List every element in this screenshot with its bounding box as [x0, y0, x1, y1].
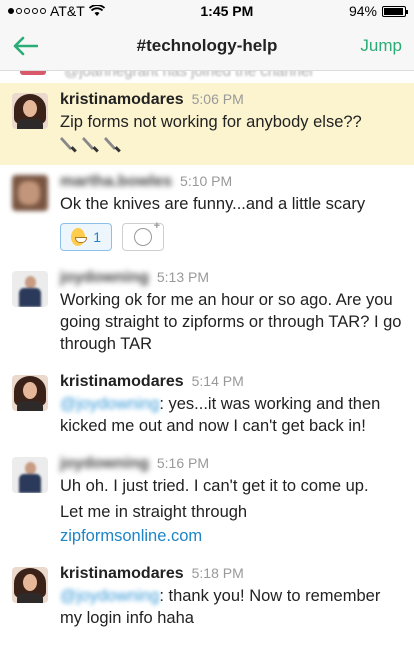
user-mention[interactable]: @joydowning	[60, 395, 159, 413]
message-author[interactable]: kristinamodares	[60, 373, 184, 391]
message-text: Working ok for me an hour or so ago. Are…	[60, 291, 402, 353]
system-message-text: @joannegrant has joined the channel	[64, 71, 313, 80]
knife-icon	[60, 137, 121, 153]
message-author[interactable]: joydowning	[60, 455, 149, 473]
avatar[interactable]	[12, 567, 48, 603]
system-avatar	[20, 71, 46, 75]
message-text: Uh oh. I just tried. I can't get it to c…	[60, 477, 369, 495]
message-time: 5:18 PM	[191, 565, 244, 581]
message-time: 5:16 PM	[156, 455, 210, 471]
status-bar: AT&T 1:45 PM 94%	[0, 0, 414, 22]
avatar[interactable]	[12, 375, 48, 411]
reactions: 1	[60, 220, 402, 251]
system-message: @joannegrant has joined the channel	[0, 71, 414, 83]
message-time: 5:10 PM	[180, 173, 233, 189]
reaction-count: 1	[93, 229, 101, 245]
clock: 1:45 PM	[200, 3, 254, 19]
message-feed[interactable]: @joannegrant has joined the channel kris…	[0, 71, 414, 639]
message-item[interactable]: kristinamodares 5:18 PM @joydowning: tha…	[0, 557, 414, 639]
avatar[interactable]	[12, 271, 48, 307]
knife-emoji-row	[60, 135, 402, 155]
message-item[interactable]: joydowning 5:13 PM Working ok for me an …	[0, 261, 414, 365]
channel-header: #technology-help Jump	[0, 22, 414, 71]
channel-title: #technology-help	[136, 36, 278, 55]
avatar[interactable]	[12, 93, 48, 129]
message-text: Zip forms not working for anybody else??	[60, 113, 362, 131]
message-author[interactable]: joydowning	[60, 269, 149, 287]
message-author[interactable]: kristinamodares	[60, 91, 184, 109]
battery-icon	[381, 5, 408, 17]
signal-icon	[8, 8, 46, 14]
message-text: Ok the knives are funny...and a little s…	[60, 195, 366, 213]
battery-label: 94%	[348, 3, 377, 19]
carrier-info: AT&T	[8, 3, 105, 19]
avatar[interactable]	[12, 175, 48, 211]
jump-button[interactable]: Jump	[360, 36, 402, 56]
message-item[interactable]: martha.bowles 5:10 PM Ok the knives are …	[0, 165, 414, 261]
reaction-button[interactable]: 1	[60, 223, 112, 251]
user-mention[interactable]: @joydowning	[60, 587, 159, 605]
message-item[interactable]: kristinamodares 5:06 PM Zip forms not wo…	[0, 83, 414, 165]
message-time: 5:06 PM	[191, 91, 244, 107]
battery-status: 94%	[348, 3, 408, 19]
message-text: Let me in straight through	[60, 503, 248, 521]
add-reaction-button[interactable]	[122, 220, 164, 251]
carrier-label: AT&T	[50, 3, 85, 19]
avatar[interactable]	[12, 457, 48, 493]
message-time: 5:13 PM	[156, 269, 210, 285]
arrow-left-icon[interactable]	[12, 31, 42, 61]
add-emoji-icon	[134, 220, 160, 246]
wifi-icon	[88, 5, 105, 16]
message-item[interactable]: joydowning 5:16 PM Uh oh. I just tried. …	[0, 447, 414, 557]
link[interactable]: zipformsonline.com	[60, 527, 202, 545]
message-item[interactable]: kristinamodares 5:14 PM @joydowning: yes…	[0, 365, 414, 447]
grinning-face-icon	[71, 228, 88, 246]
message-time: 5:14 PM	[191, 373, 244, 389]
message-author[interactable]: kristinamodares	[60, 565, 184, 583]
message-author[interactable]: martha.bowles	[60, 173, 172, 191]
